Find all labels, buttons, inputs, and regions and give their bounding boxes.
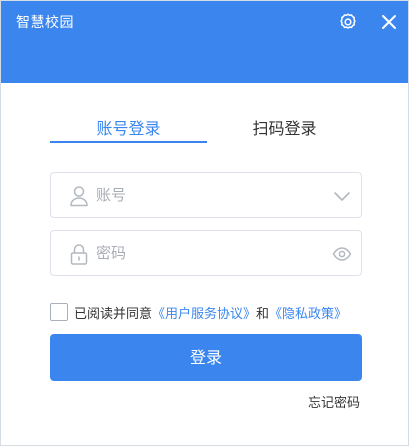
chevron-down-icon[interactable] xyxy=(332,186,352,206)
header-bar: 智慧校园 xyxy=(1,1,408,83)
privacy-policy-link[interactable]: 《隐私政策》 xyxy=(269,303,347,322)
active-tab-indicator xyxy=(50,141,207,143)
user-agreement-link[interactable]: 《用户服务协议》 xyxy=(152,303,256,322)
app-title: 智慧校园 xyxy=(16,15,74,31)
agreement-and: 和 xyxy=(256,306,270,322)
tab-qr-login[interactable]: 扫码登录 xyxy=(207,116,362,144)
agreement-row: 已阅读并同意 《用户服务协议》 和 《隐私政策》 xyxy=(50,301,347,323)
password-input[interactable] xyxy=(96,231,326,275)
login-window: 智慧校园 账号登录 扫码登录 账号 已阅读并同意 《用户服务协议》 和 《隐私政… xyxy=(0,0,409,446)
account-field[interactable] xyxy=(50,172,362,218)
tab-account-login[interactable]: 账号登录 xyxy=(50,116,207,144)
lock-icon xyxy=(70,244,88,265)
password-field[interactable] xyxy=(50,230,362,276)
account-input[interactable] xyxy=(96,173,326,217)
agreement-checkbox[interactable] xyxy=(50,303,68,321)
settings-button[interactable] xyxy=(336,10,360,34)
gear-icon xyxy=(340,13,356,29)
close-button[interactable] xyxy=(377,10,401,34)
eye-icon[interactable] xyxy=(332,244,352,264)
agreement-prefix: 已阅读并同意 xyxy=(74,306,153,322)
user-icon xyxy=(70,186,88,207)
login-button[interactable]: 登录 xyxy=(50,334,362,381)
forgot-password-link[interactable]: 忘记密码 xyxy=(308,394,360,414)
close-icon xyxy=(382,15,396,29)
